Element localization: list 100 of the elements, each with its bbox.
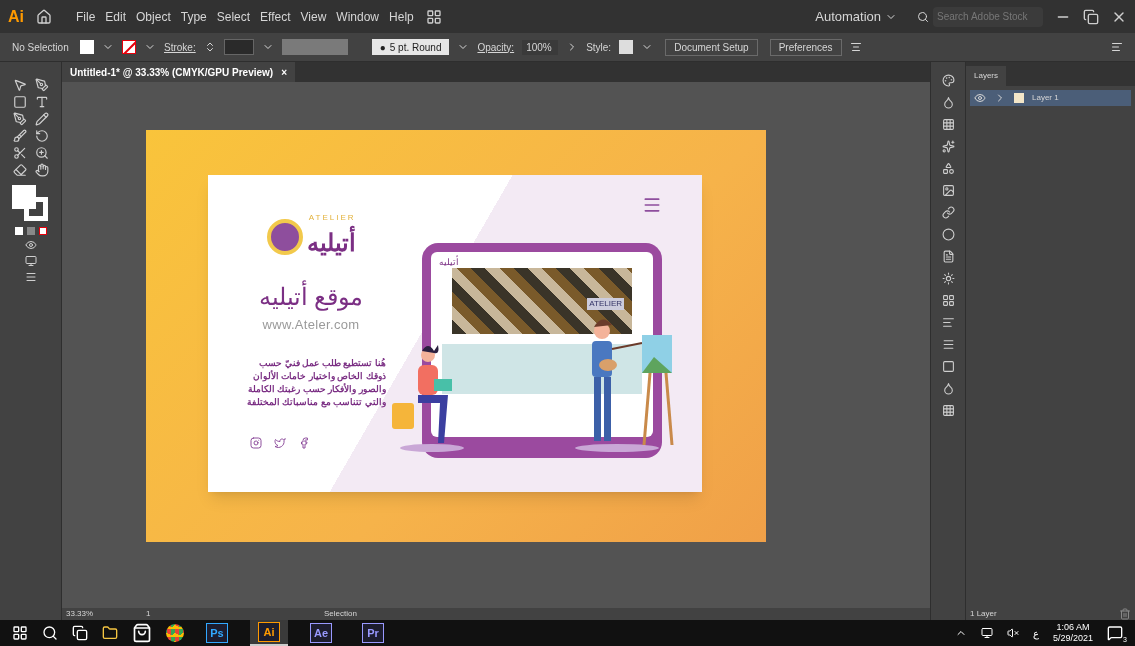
layers-tab[interactable]: Layers [966,66,1006,86]
input-language[interactable]: ع [1032,625,1039,641]
brush-field[interactable]: ● 5 pt. Round [371,39,450,55]
search-icon[interactable] [917,10,929,23]
task-view-icon[interactable] [72,625,88,641]
tool-icon[interactable] [12,78,27,92]
restore-icon[interactable] [1083,8,1099,25]
palette-logo-icon [266,219,303,255]
start-icon[interactable] [12,625,28,641]
layer-row[interactable]: Layer 1 [970,90,1131,106]
status-tool[interactable]: Selection [324,608,357,620]
none-mode-swatch[interactable] [38,227,47,235]
visibility-icon[interactable] [974,92,986,104]
fill-swatch[interactable] [80,40,94,54]
instagram-icon [250,436,262,449]
menu-item[interactable]: Window [336,7,380,26]
mock-site-logo: أتيليه [439,256,459,268]
clock[interactable]: 1:06 AM 5/29/2021 [1052,622,1093,644]
mock-site-badge: ATELIER [587,298,624,310]
menu-icon [642,195,662,215]
menu-item[interactable]: Help [389,7,414,26]
menu-item[interactable]: Edit [105,7,127,26]
panel-icon[interactable] [941,272,955,285]
tool-icon[interactable] [34,112,49,126]
panel-icon[interactable] [941,96,955,109]
menu-item[interactable]: File [76,7,96,26]
tool-icon[interactable] [34,78,49,92]
workspace-switcher[interactable]: Automation [815,6,897,27]
app-logo: Ai [8,6,24,27]
toolbar-button[interactable]: Preferences [769,38,842,56]
panel-icon[interactable] [941,228,955,241]
tool-icon[interactable] [12,112,27,126]
store-icon[interactable] [132,623,152,643]
delete-icon[interactable] [1119,608,1131,620]
draw-mode-icon[interactable] [24,239,37,251]
opacity-field[interactable]: 100% [522,39,559,55]
screen-mode-icon[interactable] [24,255,37,267]
menu-item[interactable]: Effect [260,7,291,26]
artboard-field[interactable]: 1 [146,608,176,620]
stroke-swatch[interactable] [122,40,136,54]
panel-icon[interactable] [941,118,955,131]
taskbar-app[interactable]: Pr [354,620,392,646]
taskbar-app[interactable]: Ps [198,620,236,646]
gradient-mode-swatch[interactable] [26,227,35,235]
workspace-layout-icon[interactable] [425,8,442,25]
menu-item[interactable]: Select [216,7,251,26]
panel-icon[interactable] [941,294,955,307]
tab-close[interactable]: × [281,64,287,80]
tool-icon[interactable] [34,129,49,143]
tool-icon[interactable] [34,95,49,109]
search-icon[interactable] [42,625,58,641]
taskbar-app[interactable]: Ai [250,620,288,646]
browser-icon[interactable] [166,624,184,642]
home-icon[interactable] [36,8,52,25]
menu-item[interactable]: Type [180,7,207,26]
panel-icon[interactable] [941,360,955,373]
tool-icon[interactable] [12,129,27,143]
notifications-icon[interactable] [1107,625,1123,641]
panel-icon[interactable] [941,404,955,417]
panel-icon[interactable] [941,316,955,329]
style-swatch[interactable] [619,40,634,54]
opacity-label: Opacity: [477,40,515,55]
panel-icon[interactable] [941,74,955,87]
folder-icon[interactable] [102,625,118,641]
selection-label: No Selection [12,40,70,55]
layer-thumbnail [1014,93,1024,103]
fill-stroke-swatch[interactable] [11,185,50,223]
logo-arabic-text: أتيليه [306,225,356,261]
tool-icon[interactable] [12,163,27,177]
panel-icon[interactable] [941,140,955,153]
muted-speaker-icon[interactable] [1006,627,1019,639]
tool-icon[interactable] [12,95,27,109]
website-url: www.Ateler.com [262,316,360,334]
align-icon[interactable] [849,41,862,53]
layer-count: 1 Layer [970,608,997,620]
more-tools-icon[interactable] [24,271,37,283]
stock-search-field[interactable]: Search Adobe Stock [933,6,1043,27]
tool-icon[interactable] [34,163,49,177]
panel-icon[interactable] [941,338,955,351]
tool-icon[interactable] [34,146,49,160]
brush-dot: ● [379,40,386,55]
stroke-weight-field[interactable] [223,39,254,55]
panel-icon[interactable] [941,162,955,175]
color-mode-swatch[interactable] [14,227,23,235]
tool-icon[interactable] [12,146,27,160]
taskbar-app[interactable]: Ae [302,620,340,646]
panel-icon[interactable] [941,382,955,395]
banner-heading: موقع أتيليه [258,279,364,315]
panel-options-icon[interactable] [1111,41,1123,53]
panel-icon[interactable] [941,250,955,263]
stroke-label: Stroke: [164,40,196,55]
document-tab[interactable]: Untitled-1* @ 33.33% (CMYK/GPU Preview) × [62,62,295,82]
variable-width-field[interactable] [281,39,348,55]
menu-item[interactable]: Object [136,7,171,26]
panel-icon[interactable] [941,184,955,197]
menu-item[interactable]: View [300,7,327,26]
toolbar-button[interactable]: Document Setup [665,38,758,56]
panel-icon[interactable] [941,206,955,219]
zoom-field[interactable]: 33.33% [66,608,106,620]
network-icon[interactable] [980,627,993,639]
